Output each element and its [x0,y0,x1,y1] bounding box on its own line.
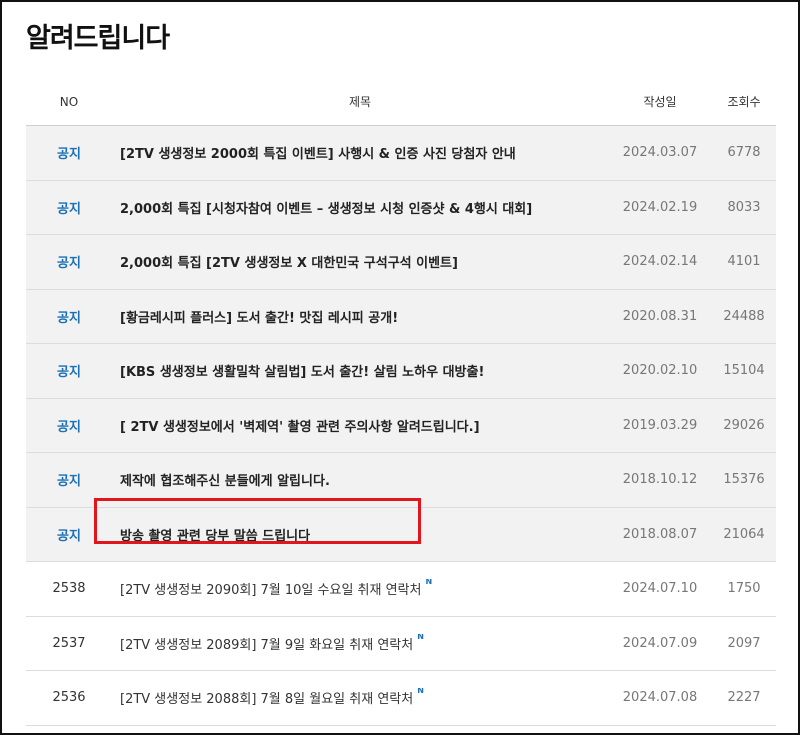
post-views: 15104 [723,363,765,379]
post-title-link[interactable]: [ 2TV 생생정보에서 '벽제역' 촬영 관련 주의사항 알려드립니다.] [112,416,608,435]
post-views: 29026 [723,417,765,433]
post-title-link[interactable]: [2TV 생생정보 2090회] 7월 10일 수요일 취재 연락처 [120,583,421,598]
notice-row[interactable]: 공지 방송 촬영 관련 당부 말씀 드립니다 2018.08.07 21064 [26,507,776,562]
notice-row[interactable]: 공지 [ 2TV 생생정보에서 '벽제역' 촬영 관련 주의사항 알려드립니다.… [26,398,776,453]
header-date: 작성일 [643,95,677,109]
post-date: 2019.03.29 [622,417,698,433]
post-views: 2097 [727,635,761,651]
post-date: 2024.07.08 [622,690,698,706]
post-views: 4101 [727,254,761,270]
notice-label: 공지 [57,201,81,217]
header-title: 제목 [348,95,372,109]
post-date: 2020.02.10 [622,363,698,379]
page-title: 알려드립니다 [26,23,170,54]
post-views: 6778 [727,145,761,161]
post-title-cell: [2TV 생생정보 2090회] 7월 10일 수요일 취재 연락처 N [112,579,608,598]
board-page: 알려드립니다 NO 제목 작성일 조회수 공지 [2TV 생생정보 2000회 … [0,0,800,735]
post-title-link[interactable]: 방송 촬영 관련 당부 말씀 드립니다 [112,525,608,544]
post-views: 1750 [727,581,761,597]
notice-label: 공지 [57,310,81,326]
post-date: 2024.02.19 [622,199,698,215]
post-title-link[interactable]: [2TV 생생정보 2000회 특집 이벤트] 사행시 & 인증 사진 당첨자 … [112,143,608,162]
post-row[interactable]: 2536 [2TV 생생정보 2088회] 7월 8일 월요일 취재 연락처N … [26,671,776,726]
post-number: 2538 [52,581,86,597]
post-title-link[interactable]: [KBS 생생정보 생활밀착 살림법] 도서 출간! 살림 노하우 대방출! [112,361,608,380]
post-title-link[interactable]: [2TV 생생정보 2089회] 7월 9일 화요일 취재 연락처 [120,638,413,653]
notice-label: 공지 [57,256,81,272]
post-views: 24488 [723,308,765,324]
post-number: 2537 [52,635,86,651]
notice-label: 공지 [57,147,81,163]
notice-label: 공지 [57,474,81,490]
post-title-link[interactable]: 2,000회 특집 [2TV 생생정보 X 대한민국 구석구석 이벤트] [112,252,608,271]
post-date: 2024.03.07 [622,145,698,161]
post-views: 2227 [727,690,761,706]
post-row[interactable]: 2537 [2TV 생생정보 2089회] 7월 9일 화요일 취재 연락처N … [26,617,776,671]
post-views: 21064 [723,526,765,542]
post-date: 2024.07.09 [622,635,698,651]
notice-row[interactable]: 공지 제작에 협조해주신 분들에게 알립니다. 2018.10.12 15376 [26,453,776,508]
notice-board-table: NO 제목 작성일 조회수 공지 [2TV 생생정보 2000회 특집 이벤트]… [26,78,776,726]
new-badge: N [417,688,424,696]
post-title-cell: [2TV 생생정보 2089회] 7월 9일 화요일 취재 연락처 N [112,634,608,653]
notice-row[interactable]: 공지 2,000회 특집 [시청자참여 이벤트 – 생생정보 시청 인증샷 & … [26,180,776,235]
post-date: 2024.02.14 [622,254,698,270]
post-number: 2536 [52,690,86,706]
new-badge: N [425,579,433,587]
table-header: NO 제목 작성일 조회수 [26,78,776,126]
notice-row[interactable]: 공지 [2TV 생생정보 2000회 특집 이벤트] 사행시 & 인증 사진 당… [26,126,776,181]
post-title-cell: [2TV 생생정보 2088회] 7월 8일 월요일 취재 연락처 N [112,688,608,707]
new-badge: N [417,633,424,641]
post-title-link[interactable]: [황금레시피 플러스] 도서 출간! 맛집 레시피 공개! [112,307,608,326]
notice-label: 공지 [57,365,81,381]
post-date: 2018.10.12 [622,472,698,488]
post-date: 2020.08.31 [622,308,698,324]
notice-row[interactable]: 공지 [황금레시피 플러스] 도서 출간! 맛집 레시피 공개! 2020.08… [26,289,776,344]
post-title-link[interactable]: 2,000회 특집 [시청자참여 이벤트 – 생생정보 시청 인증샷 & 4행시… [112,198,608,217]
post-views: 15376 [723,472,765,488]
header-no: NO [59,94,79,109]
post-title-link[interactable]: [2TV 생생정보 2088회] 7월 8일 월요일 취재 연락처 [120,692,413,707]
notice-row[interactable]: 공지 2,000회 특집 [2TV 생생정보 X 대한민국 구석구석 이벤트] … [26,235,776,290]
post-title-link[interactable]: 제작에 협조해주신 분들에게 알립니다. [112,470,608,489]
header-views: 조회수 [727,95,761,109]
notice-label: 공지 [57,528,81,544]
post-row[interactable]: 2538 [2TV 생생정보 2090회] 7월 10일 수요일 취재 연락처 N… [26,562,776,617]
notice-row[interactable]: 공지 [KBS 생생정보 생활밀착 살림법] 도서 출간! 살림 노하우 대방출… [26,344,776,399]
notice-label: 공지 [57,419,81,435]
post-date: 2024.07.10 [622,581,698,597]
post-views: 8033 [727,199,761,215]
post-date: 2018.08.07 [622,526,698,542]
